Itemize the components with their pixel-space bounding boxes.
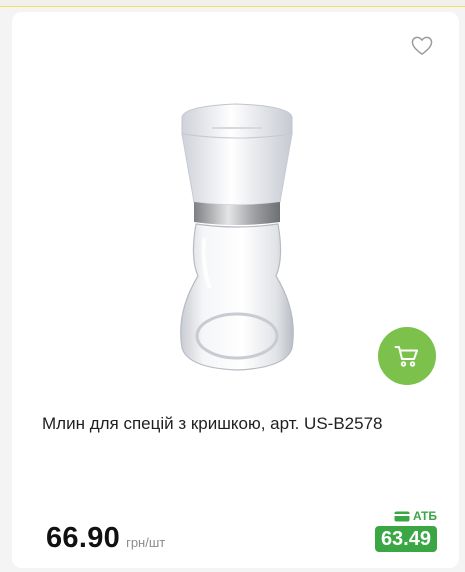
- heart-icon[interactable]: [411, 36, 433, 56]
- shopping-cart-icon: [394, 346, 418, 367]
- card-icon: [394, 511, 410, 521]
- add-to-cart-button[interactable]: [378, 327, 436, 385]
- promo-price-block: АТБ 63.49: [374, 509, 437, 552]
- product-card[interactable]: Млин для спецій з кришкою, арт. US-B2578…: [12, 12, 459, 568]
- price-unit: грн/шт: [126, 535, 166, 550]
- product-image[interactable]: [152, 98, 322, 388]
- promo-price: 63.49: [374, 526, 437, 552]
- promo-label: АТБ: [394, 509, 437, 523]
- product-title[interactable]: Млин для спецій з кришкою, арт. US-B2578: [42, 412, 442, 436]
- top-strip: [0, 0, 465, 7]
- price: 66.90 грн/шт: [46, 522, 165, 555]
- promo-label-text: АТБ: [412, 509, 437, 523]
- price-value: 66.90: [46, 522, 121, 554]
